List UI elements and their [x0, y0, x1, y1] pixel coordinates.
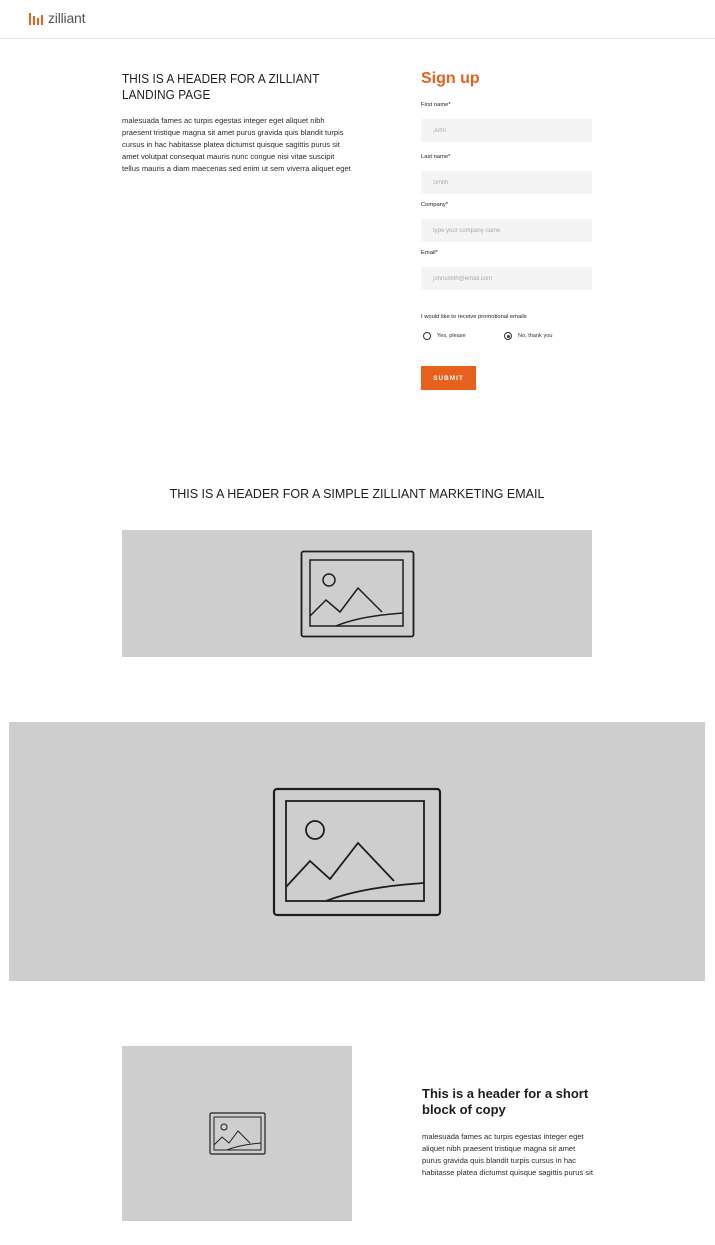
zilliant-logo[interactable]: zilliant	[29, 10, 86, 26]
radio-checked-icon[interactable]	[504, 332, 512, 340]
radio-yes-please[interactable]: Yes, please	[423, 332, 466, 340]
image-icon	[208, 1112, 266, 1155]
landing-page-header: THIS IS A HEADER FOR A ZILLIANT LANDING …	[122, 72, 320, 102]
email-field[interactable]	[421, 267, 592, 290]
image-placeholder-medium	[122, 530, 592, 657]
top-bar: zilliant	[0, 0, 715, 39]
first-name-label: First name*	[421, 102, 451, 108]
short-block-header: This is a header for a short block of co…	[422, 1086, 589, 1117]
image-placeholder-small	[122, 1046, 352, 1221]
email-label: Email*	[421, 250, 438, 256]
logo-bars-icon	[29, 13, 43, 25]
signup-title: Sign up	[421, 70, 480, 87]
short-block-copy: malesuada fames ac turpis egestas intege…	[422, 1132, 593, 1177]
radio-no-thank-you[interactable]: No, thank you	[504, 332, 553, 340]
image-icon	[300, 550, 414, 637]
company-label: Company*	[421, 202, 449, 208]
radio-no-label: No, thank you	[518, 333, 553, 339]
first-name-field[interactable]	[421, 119, 592, 142]
image-icon	[272, 787, 442, 916]
last-name-label: Last name*	[421, 154, 451, 160]
submit-button[interactable]: SUBMIT	[421, 366, 476, 390]
landing-page-copy: malesuada fames ac turpis egestas intege…	[122, 116, 351, 173]
radio-yes-label: Yes, please	[437, 333, 466, 339]
promo-emails-label: I would like to receive promotional emai…	[421, 314, 527, 320]
logo-text: zilliant	[48, 10, 86, 26]
last-name-field[interactable]	[421, 171, 592, 194]
email-section-header: THIS IS A HEADER FOR A SIMPLE ZILLIANT M…	[169, 487, 545, 501]
image-placeholder-wide	[9, 722, 705, 981]
company-field[interactable]	[421, 219, 592, 242]
radio-unchecked-icon[interactable]	[423, 332, 431, 340]
